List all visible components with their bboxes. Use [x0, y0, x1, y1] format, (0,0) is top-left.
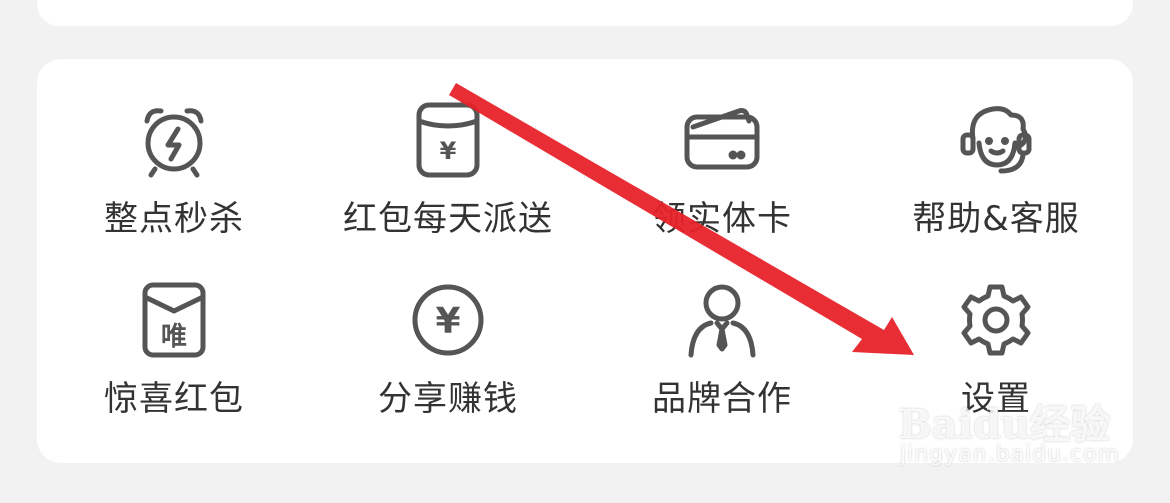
wei-glyph: 唯: [161, 322, 187, 352]
menu-item-physical-card[interactable]: 领实体卡: [585, 99, 859, 279]
menu-item-label: 帮助&客服: [912, 199, 1080, 239]
menu-item-daily-red-packet[interactable]: ¥ 红包每天派送: [311, 99, 585, 279]
menu-item-label: 整点秒杀: [104, 199, 244, 239]
menu-item-label: 分享赚钱: [378, 379, 518, 419]
services-grid: 整点秒杀 ¥ 红包每天派送 领实体卡 帮助&客服 唯 惊喜红包 ¥ 分享赚钱 品…: [37, 59, 1133, 503]
red-envelope-wei-icon: 唯: [133, 279, 215, 361]
menu-item-label: 品牌合作: [652, 379, 792, 419]
previous-section-card: [37, 0, 1133, 26]
card-wallet-icon: [681, 99, 763, 181]
menu-item-label: 设置: [961, 379, 1031, 419]
menu-item-flash-sale[interactable]: 整点秒杀: [37, 99, 311, 279]
customer-service-headset-icon: [955, 99, 1037, 181]
menu-item-brand-cooperation[interactable]: 品牌合作: [585, 279, 859, 459]
yuan-glyph: ¥: [440, 137, 457, 165]
menu-item-label: 惊喜红包: [104, 379, 244, 419]
menu-item-help-support[interactable]: 帮助&客服: [859, 99, 1133, 279]
yuan-coin-icon: ¥: [407, 279, 489, 361]
menu-item-label: 红包每天派送: [343, 199, 553, 239]
menu-item-label: 领实体卡: [652, 199, 792, 239]
gear-icon: [955, 279, 1037, 361]
business-person-icon: [681, 279, 763, 361]
yuan-jar-icon: ¥: [407, 99, 489, 181]
flash-alarm-clock-icon: [133, 99, 215, 181]
menu-item-settings[interactable]: 设置: [859, 279, 1133, 459]
yuan-glyph: ¥: [435, 301, 460, 342]
menu-item-share-earn[interactable]: ¥ 分享赚钱: [311, 279, 585, 459]
menu-item-surprise-red-packet[interactable]: 唯 惊喜红包: [37, 279, 311, 459]
